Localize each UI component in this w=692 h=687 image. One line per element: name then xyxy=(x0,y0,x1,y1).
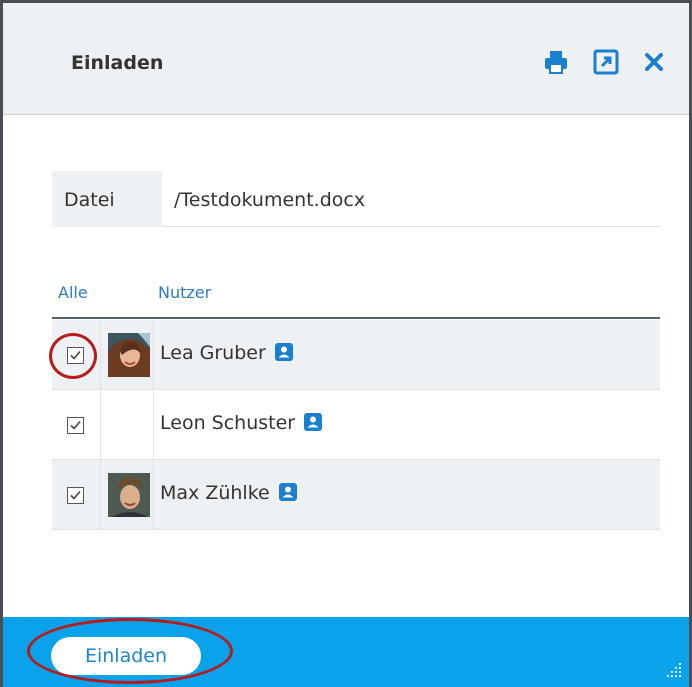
table-row: Max Zühlke xyxy=(52,460,660,530)
file-label: Datei xyxy=(64,189,115,211)
header-divider xyxy=(52,317,660,319)
file-divider xyxy=(162,226,660,227)
column-divider xyxy=(153,460,154,530)
user-name: Leon Schuster xyxy=(160,412,323,434)
dialog-header: Einladen xyxy=(3,3,689,115)
select-all-link[interactable]: Alle xyxy=(58,283,88,302)
avatar xyxy=(108,473,150,517)
column-divider xyxy=(100,320,101,390)
user-checkbox[interactable] xyxy=(67,487,84,504)
user-checkbox[interactable] xyxy=(67,417,84,434)
invite-dialog: Einladen Datei /Testdokument.docx Alle N… xyxy=(0,0,692,687)
file-path: /Testdokument.docx xyxy=(174,189,366,211)
user-checkbox[interactable] xyxy=(67,347,84,364)
popout-icon[interactable] xyxy=(593,49,619,75)
invite-button[interactable]: Einladen xyxy=(51,637,201,675)
column-divider xyxy=(153,320,154,390)
dialog-title: Einladen xyxy=(71,52,164,74)
table-row: Lea Gruber xyxy=(52,320,660,390)
user-name: Lea Gruber xyxy=(160,342,294,364)
contact-icon[interactable] xyxy=(303,412,323,432)
dialog-footer: Einladen xyxy=(3,617,689,687)
column-divider xyxy=(100,460,101,530)
close-icon[interactable] xyxy=(641,49,667,75)
user-name-text: Max Zühlke xyxy=(160,482,270,504)
user-name-text: Leon Schuster xyxy=(160,412,296,434)
resize-grip-icon[interactable] xyxy=(661,659,683,681)
contact-icon[interactable] xyxy=(278,482,298,502)
file-row: Datei /Testdokument.docx xyxy=(52,171,660,227)
file-label-cell: Datei xyxy=(52,171,162,227)
column-divider xyxy=(100,390,101,460)
user-name: Max Zühlke xyxy=(160,482,298,504)
avatar xyxy=(108,333,150,377)
user-column-header[interactable]: Nutzer xyxy=(158,283,211,302)
user-name-text: Lea Gruber xyxy=(160,342,266,364)
table-row: Leon Schuster xyxy=(52,390,660,460)
contact-icon[interactable] xyxy=(274,342,294,362)
print-icon[interactable] xyxy=(543,49,569,75)
column-divider xyxy=(153,390,154,460)
